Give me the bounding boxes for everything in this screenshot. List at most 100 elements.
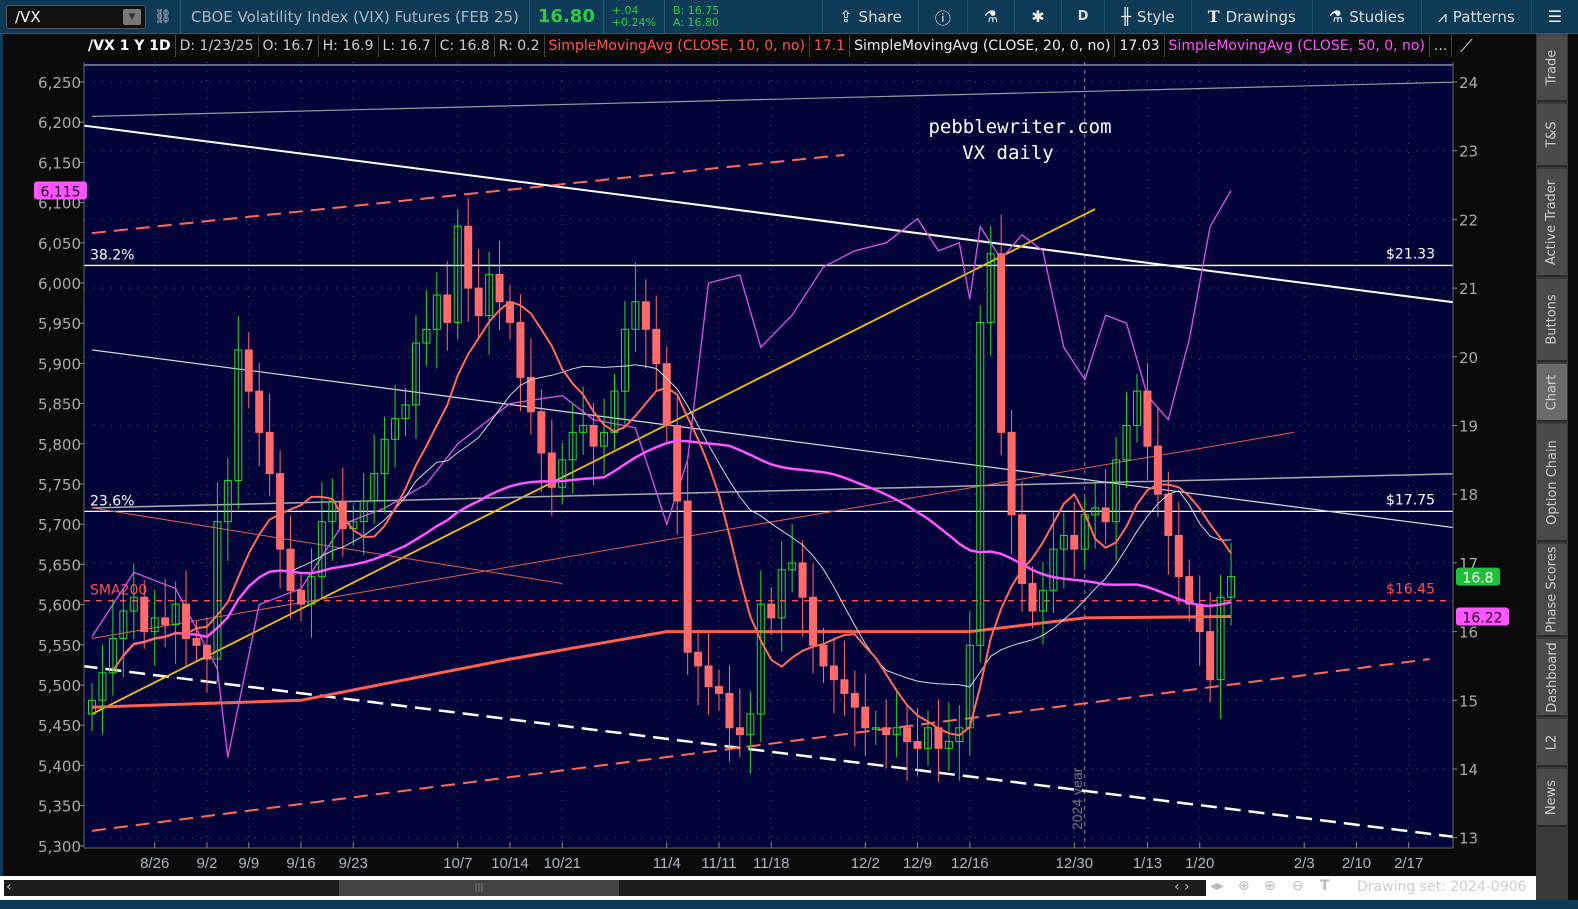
sidebar-tab-label: Phase Scores	[1544, 546, 1560, 633]
candle-body	[641, 301, 650, 330]
right-axis-label: 15	[1459, 692, 1478, 710]
candle-body	[537, 411, 546, 454]
drawing-set-label[interactable]: Drawing set: 2024-0906	[1357, 879, 1527, 895]
candle-body	[1101, 507, 1110, 523]
candle-body	[1028, 583, 1037, 612]
candle-body	[1206, 631, 1215, 681]
left-axis-label: 6,000	[38, 275, 81, 293]
horizontal-scrollbar[interactable]: ‹ ||| ‹ › ◂▸ ⊕ ⊕ ⊖ T Drawing set: 2024-0…	[0, 876, 1536, 900]
zoom-in-icon[interactable]: ⊕	[1264, 878, 1276, 894]
x-axis-label: 11/18	[753, 855, 789, 872]
left-axis-label: 5,650	[38, 556, 81, 574]
scroll-thumb[interactable]: |||	[339, 880, 619, 896]
left-axis-label: 6,200	[38, 114, 81, 132]
left-axis-label: 5,800	[38, 436, 81, 454]
sidebar-tab-option-chain[interactable]: Option Chain	[1537, 424, 1567, 542]
menu-button[interactable]: ☰	[1530, 0, 1578, 34]
legend-sma50[interactable]: SimpleMovingAvg (CLOSE, 50, 0, no)	[1165, 35, 1430, 57]
x-axis-label: 1/13	[1133, 855, 1162, 872]
sidebar-tab-label: Buttons	[1544, 294, 1560, 345]
price-chart[interactable]: 2024 year38.2% $21.3323.6% $17.75SMA200 $16…	[0, 0, 1536, 876]
price-marker-label: 16.8	[1462, 571, 1493, 587]
candle-body	[662, 363, 671, 427]
right-axis-label: 18	[1459, 486, 1478, 504]
year-label: 2024 year	[1069, 767, 1085, 830]
left-axis-label: 5,300	[38, 838, 81, 856]
scroll-right-icon[interactable]: ‹ ›	[1174, 879, 1190, 895]
legend-date: D: 1/23/25	[176, 35, 259, 57]
scroll-track[interactable]: ‹ ||| ‹ ›	[4, 879, 1206, 896]
sidebar-tab-label: News	[1544, 779, 1560, 815]
legend-open: O: 16.7	[259, 35, 319, 57]
left-axis-label: 5,850	[38, 396, 81, 414]
left-axis-label: 6,250	[38, 74, 81, 92]
left-axis-label: 5,950	[38, 315, 81, 333]
x-axis-label: 12/16	[951, 855, 989, 872]
candle-body	[589, 425, 598, 447]
candle-body	[495, 273, 504, 303]
candle-body	[265, 431, 274, 475]
sidebar-tab-label: Dashboard	[1544, 641, 1560, 713]
left-axis-label: 5,550	[38, 637, 81, 655]
candle-body	[202, 644, 211, 660]
candle-body	[694, 651, 703, 667]
candle-body	[882, 727, 891, 736]
candle-body	[652, 328, 661, 365]
candle-body	[913, 741, 922, 749]
sidebar-tab-trade[interactable]: Trade	[1537, 34, 1567, 102]
candle-body	[516, 321, 525, 378]
sidebar-tab-news[interactable]: News	[1537, 769, 1567, 827]
right-axis-label: 14	[1459, 761, 1478, 779]
legend-low: L: 16.7	[379, 35, 436, 57]
candle-body	[286, 548, 295, 591]
x-axis-label: 10/14	[491, 855, 529, 872]
legend-sma10[interactable]: SimpleMovingAvg (CLOSE, 10, 0, no)	[545, 35, 810, 57]
sidebar-tab-phase-scores[interactable]: Phase Scores	[1537, 544, 1567, 637]
candle-body	[1070, 534, 1079, 550]
candle-body	[161, 617, 170, 626]
legend-more[interactable]: ...	[1430, 35, 1453, 57]
right-sidebar: Trade T&S Active Trader Buttons Chart Option …	[1536, 34, 1568, 900]
right-axis-label: 22	[1459, 211, 1478, 229]
candle-body	[244, 349, 253, 392]
sidebar-tab-l2[interactable]: L2	[1537, 719, 1567, 767]
plot-background	[84, 62, 1453, 848]
left-axis-label: 5,900	[38, 355, 81, 373]
scroll-left-icon[interactable]: ‹	[6, 879, 12, 895]
candle-body	[297, 589, 305, 605]
right-axis-label: 21	[1459, 280, 1478, 298]
right-axis-label: 23	[1459, 143, 1478, 161]
sidebar-tab-label: Active Trader	[1544, 179, 1560, 265]
x-axis-label: 8/26	[140, 855, 169, 872]
x-axis-label: 1/20	[1185, 855, 1214, 872]
x-axis-label: 9/2	[197, 855, 218, 872]
candle-body	[1007, 431, 1016, 516]
level-right-label: $17.75	[1386, 492, 1435, 508]
candle-body	[735, 727, 744, 736]
right-axis-label: 24	[1459, 74, 1478, 92]
window-border	[0, 900, 1578, 909]
candle-body	[798, 562, 807, 598]
x-axis-label: 12/2	[851, 855, 880, 872]
sidebar-tab-active-trader[interactable]: Active Trader	[1537, 169, 1567, 277]
zoom-out-icon[interactable]: ⊖	[1292, 878, 1304, 894]
legend-sma10-value: 17.1	[810, 35, 851, 57]
sidebar-tab-chart[interactable]: Chart	[1537, 364, 1567, 422]
candle-body	[840, 679, 849, 694]
legend-sma20-value: 17.03	[1115, 35, 1165, 57]
left-axis-label: 5,700	[38, 516, 81, 534]
text-t-icon[interactable]: T	[1320, 878, 1330, 894]
study-toggle-icon[interactable]: ⟋	[1460, 36, 1473, 57]
x-axis-label: 2/10	[1342, 855, 1371, 872]
crosshair-icon[interactable]: ⊕	[1238, 878, 1250, 894]
candle-body	[683, 500, 692, 653]
sidebar-tab-dashboard[interactable]: Dashboard	[1537, 639, 1567, 717]
pan-icon[interactable]: ◂▸	[1210, 878, 1224, 894]
legend-sma20[interactable]: SimpleMovingAvg (CLOSE, 20, 0, no)	[850, 35, 1116, 57]
sidebar-tab-t-s[interactable]: T&S	[1537, 104, 1567, 167]
sidebar-tab-label: T&S	[1544, 121, 1560, 148]
candle-body	[850, 692, 859, 708]
chart-watermark-title: pebblewriter.com	[928, 116, 1111, 138]
candle-body	[443, 294, 452, 323]
sidebar-tab-buttons[interactable]: Buttons	[1537, 279, 1567, 362]
